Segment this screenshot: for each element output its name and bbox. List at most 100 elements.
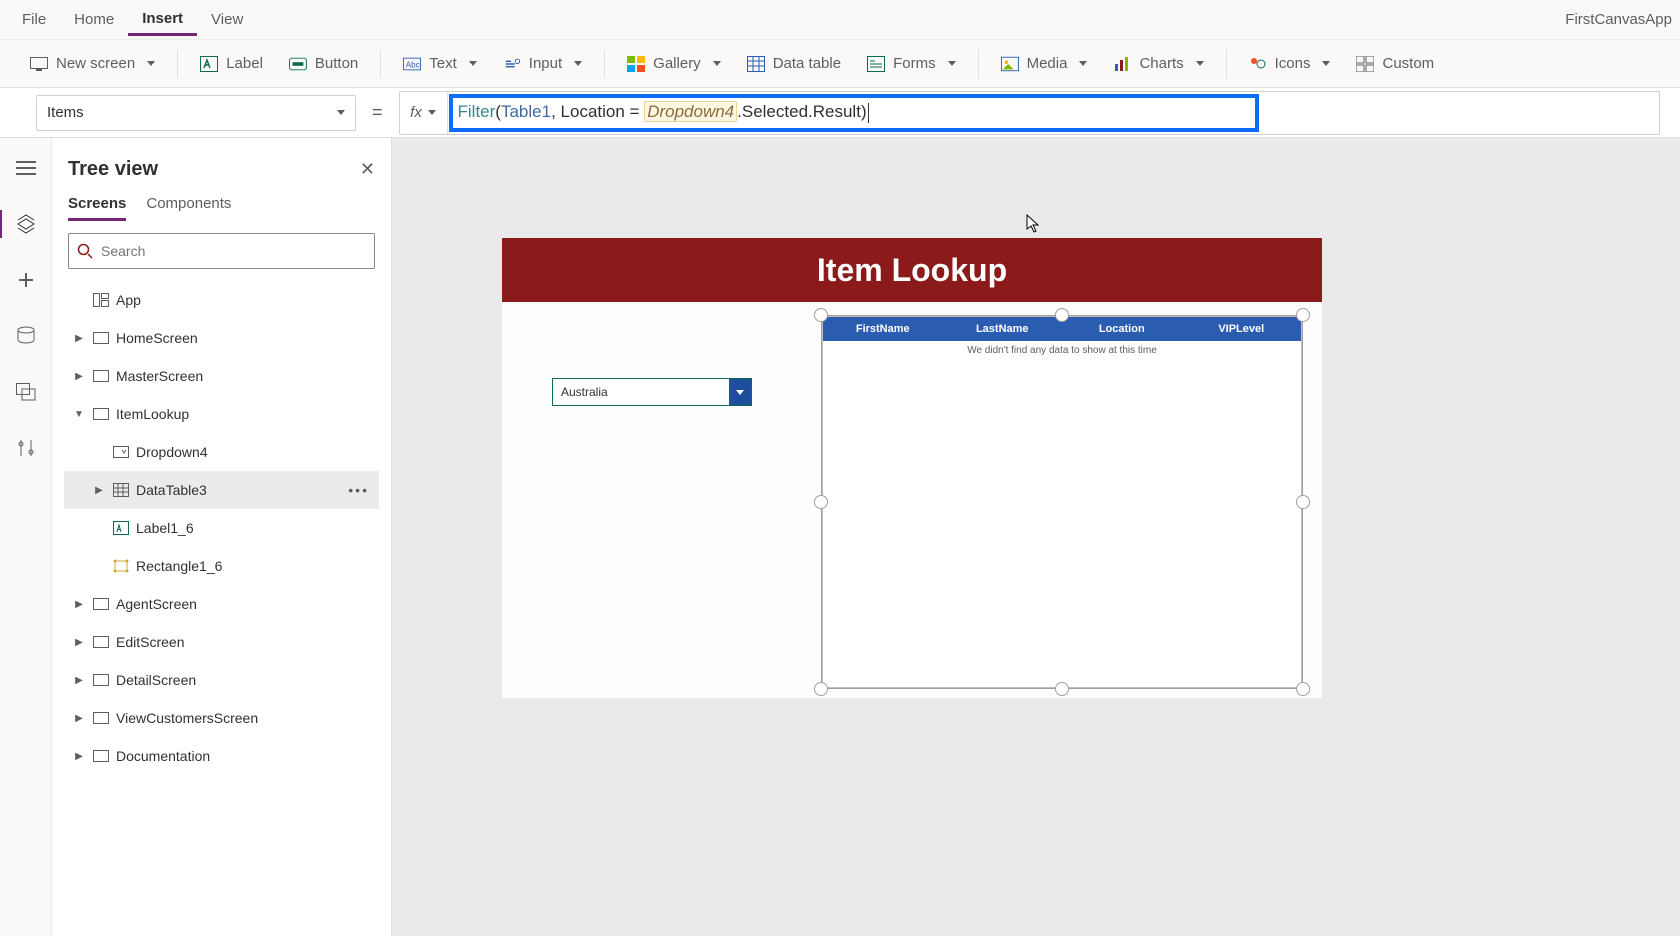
resize-handle[interactable] xyxy=(814,495,828,509)
forms-btn-label: Forms xyxy=(893,55,936,72)
charts-icon xyxy=(1113,55,1131,73)
forms-button[interactable]: Forms xyxy=(857,49,966,79)
label-button[interactable]: Label xyxy=(190,49,273,79)
tree-item-itemlookup[interactable]: ▼ItemLookup xyxy=(64,395,379,433)
chevron-right-icon: ▶ xyxy=(72,599,86,610)
property-label: Items xyxy=(47,104,84,121)
chevron-right-icon: ▶ xyxy=(72,371,86,382)
rail-data[interactable] xyxy=(14,324,38,348)
screen-canvas[interactable]: Item Lookup Australia FirstName LastName… xyxy=(502,238,1322,698)
search-icon xyxy=(77,243,93,259)
tree-item-detailscreen[interactable]: ▶DetailScreen xyxy=(64,661,379,699)
resize-handle[interactable] xyxy=(1296,682,1310,696)
menu-insert[interactable]: Insert xyxy=(128,4,197,36)
media-icon xyxy=(1001,55,1019,73)
resize-handle[interactable] xyxy=(1296,495,1310,509)
custom-button[interactable]: Custom xyxy=(1346,49,1444,79)
app-title: FirstCanvasApp xyxy=(1565,11,1672,28)
chevron-right-icon: ▶ xyxy=(72,637,86,648)
chevron-right-icon: ▶ xyxy=(72,675,86,686)
tree-item-homescreen[interactable]: ▶HomeScreen xyxy=(64,319,379,357)
rail-media[interactable] xyxy=(14,380,38,404)
screen-icon xyxy=(92,633,110,651)
screen-icon xyxy=(92,405,110,423)
chevron-down-icon xyxy=(469,61,477,66)
input-button[interactable]: Input xyxy=(493,49,592,79)
datatable-btn-label: Data table xyxy=(773,55,841,72)
text-cursor xyxy=(868,103,869,123)
gallery-button[interactable]: Gallery xyxy=(617,49,731,79)
text-button[interactable]: Abc Text xyxy=(393,49,487,79)
fx-prefix[interactable]: fx xyxy=(400,92,448,134)
screen-icon xyxy=(92,671,110,689)
mouse-cursor-icon xyxy=(1026,214,1040,234)
resize-handle[interactable] xyxy=(1055,682,1069,696)
rail-tree[interactable] xyxy=(14,212,38,236)
dropdown-toggle[interactable] xyxy=(729,379,751,405)
tree-item-dropdown4[interactable]: Dropdown4 xyxy=(64,433,379,471)
resize-handle[interactable] xyxy=(1296,308,1310,322)
label-btn-label: Label xyxy=(226,55,263,72)
datatable-icon xyxy=(747,55,765,73)
tree-app[interactable]: App xyxy=(64,281,379,319)
chevron-down-icon xyxy=(428,110,436,115)
col-viplevel[interactable]: VIPLevel xyxy=(1182,317,1302,341)
menu-home[interactable]: Home xyxy=(60,5,128,34)
resize-handle[interactable] xyxy=(814,682,828,696)
property-selector[interactable]: Items xyxy=(36,95,356,131)
tree-item-documentation[interactable]: ▶Documentation xyxy=(64,737,379,775)
datatable-button[interactable]: Data table xyxy=(737,49,851,79)
custom-icon xyxy=(1356,55,1374,73)
canvas-dropdown[interactable]: Australia xyxy=(552,378,752,406)
chevron-right-icon: ▶ xyxy=(72,713,86,724)
tree-item-datatable3[interactable]: ▶DataTable3••• xyxy=(64,471,379,509)
chevron-down-icon xyxy=(1079,61,1087,66)
tab-screens[interactable]: Screens xyxy=(68,195,126,221)
svg-text:Abc: Abc xyxy=(406,60,420,69)
tree-item-viewcustomers[interactable]: ▶ViewCustomersScreen xyxy=(64,699,379,737)
new-screen-button[interactable]: New screen xyxy=(20,49,165,79)
icons-button[interactable]: Icons xyxy=(1239,49,1341,79)
menu-file[interactable]: File xyxy=(8,5,60,34)
tab-components[interactable]: Components xyxy=(146,195,231,221)
col-lastname[interactable]: LastName xyxy=(943,317,1063,341)
menu-view[interactable]: View xyxy=(197,5,257,34)
chevron-down-icon xyxy=(713,61,721,66)
button-btn-label: Button xyxy=(315,55,358,72)
formula-input[interactable]: Filter(Table1, Location = Dropdown4.Sele… xyxy=(448,92,1659,134)
rail-tools[interactable] xyxy=(14,436,38,460)
canvas-area: Item Lookup Australia FirstName LastName… xyxy=(392,138,1680,936)
canvas-header[interactable]: Item Lookup xyxy=(502,238,1322,302)
main-area: Tree view ✕ Screens Components App ▶Home… xyxy=(0,138,1680,936)
charts-button[interactable]: Charts xyxy=(1103,49,1213,79)
tree-item-editscreen[interactable]: ▶EditScreen xyxy=(64,623,379,661)
rail-hamburger[interactable] xyxy=(14,156,38,180)
screen-icon xyxy=(92,595,110,613)
label-icon xyxy=(112,519,130,537)
more-icon[interactable]: ••• xyxy=(342,482,375,498)
input-icon xyxy=(503,55,521,73)
resize-handle[interactable] xyxy=(814,308,828,322)
col-firstname[interactable]: FirstName xyxy=(823,317,943,341)
button-button[interactable]: Button xyxy=(279,49,368,79)
charts-btn-label: Charts xyxy=(1139,55,1183,72)
close-icon[interactable]: ✕ xyxy=(360,159,375,180)
tree-item-masterscreen[interactable]: ▶MasterScreen xyxy=(64,357,379,395)
search-box[interactable] xyxy=(68,233,375,269)
rail-insert[interactable] xyxy=(14,268,38,292)
media-button[interactable]: Media xyxy=(991,49,1098,79)
tree-item-agentscreen[interactable]: ▶AgentScreen xyxy=(64,585,379,623)
chevron-down-icon xyxy=(574,61,582,66)
icons-icon xyxy=(1249,55,1267,73)
col-location[interactable]: Location xyxy=(1062,317,1182,341)
menubar: File Home Insert View FirstCanvasApp xyxy=(0,0,1680,40)
formula-token-func: Filter xyxy=(458,102,496,121)
tree-item-label[interactable]: Label1_6 xyxy=(64,509,379,547)
resize-handle[interactable] xyxy=(1055,308,1069,322)
search-input[interactable] xyxy=(101,243,366,259)
tree-item-rectangle[interactable]: Rectangle1_6 xyxy=(64,547,379,585)
separator xyxy=(978,50,979,78)
screen-icon xyxy=(92,747,110,765)
canvas-datatable[interactable]: FirstName LastName Location VIPLevel We … xyxy=(822,316,1302,688)
chevron-right-icon: ▶ xyxy=(92,485,106,496)
